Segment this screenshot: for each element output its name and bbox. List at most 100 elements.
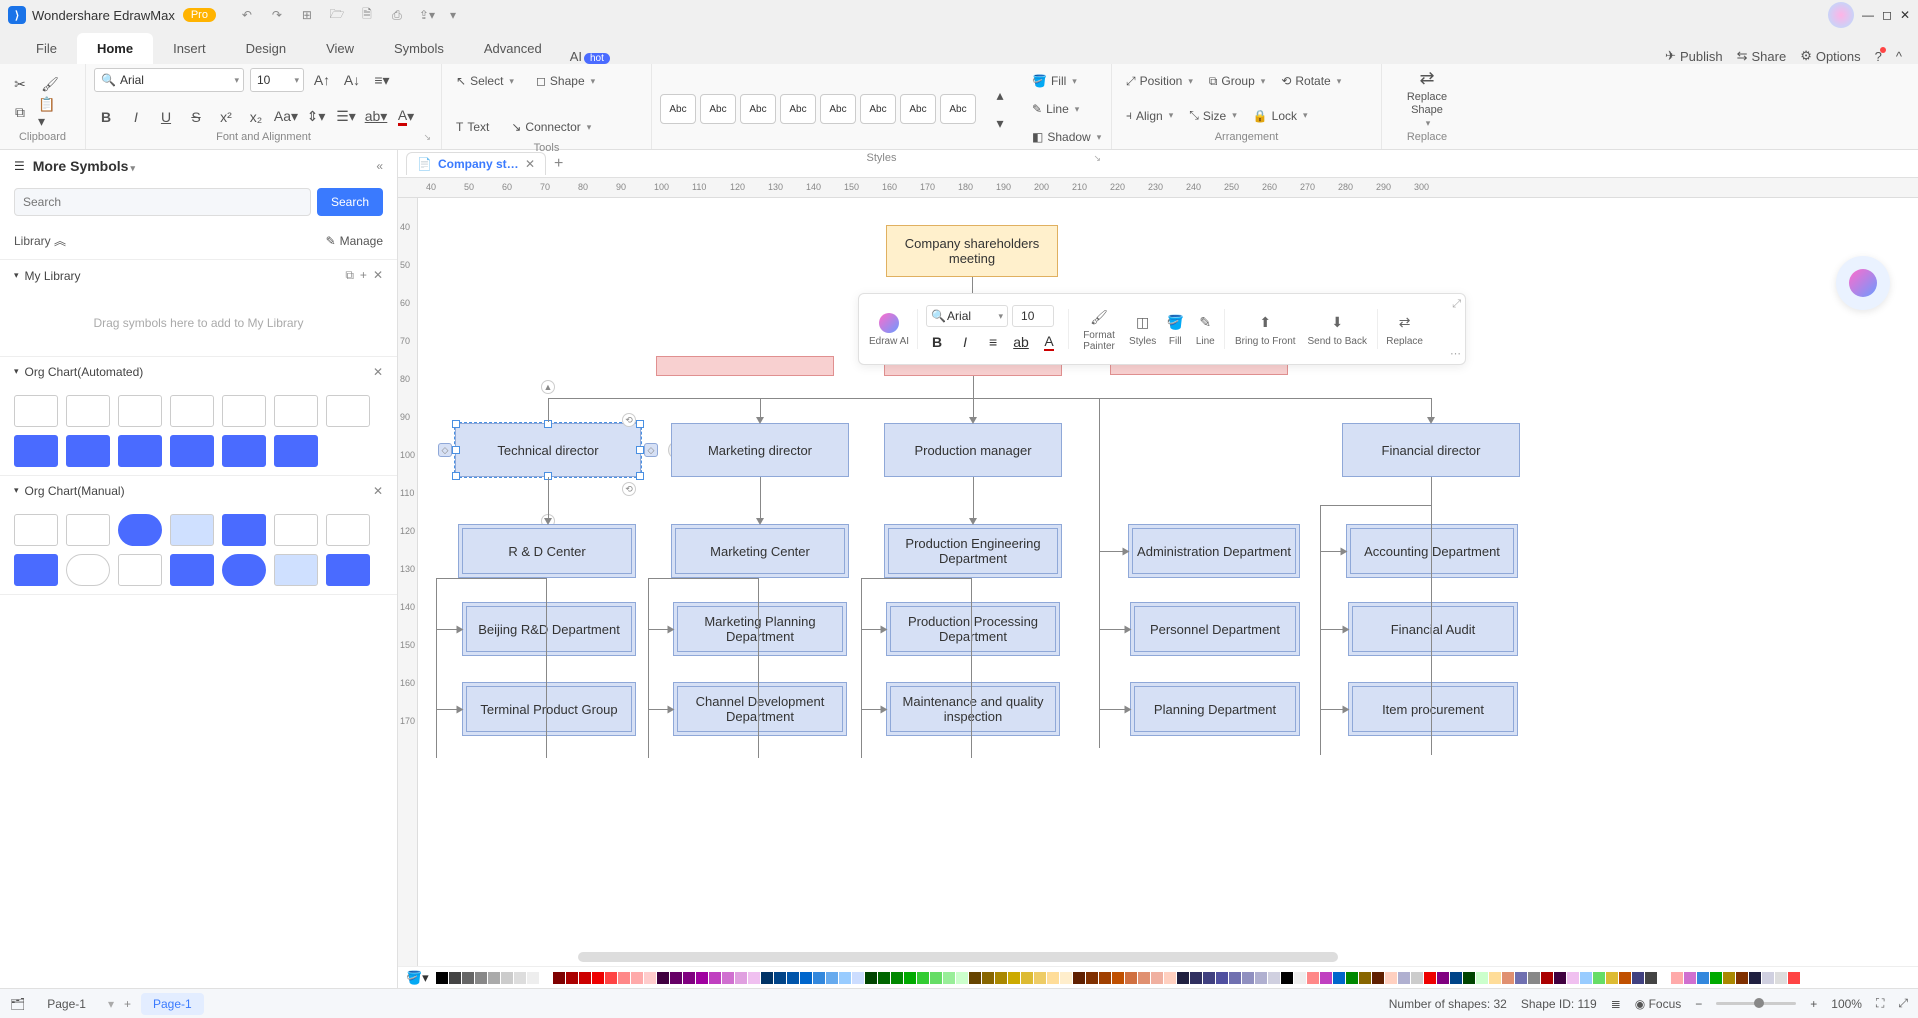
- float-send-back[interactable]: ⬇Send to Back: [1305, 312, 1369, 347]
- line-button[interactable]: ✎Line▾: [1026, 96, 1107, 122]
- color-swatch[interactable]: [813, 972, 825, 984]
- new-tab-button[interactable]: +: [554, 155, 563, 173]
- color-swatch[interactable]: [501, 972, 513, 984]
- shape-thumb[interactable]: [14, 554, 58, 586]
- close-section-icon[interactable]: ✕: [373, 365, 383, 379]
- bullets-button[interactable]: ☰▾: [334, 105, 358, 129]
- align-para-button[interactable]: ≡▾: [370, 68, 394, 92]
- add-node-top[interactable]: ▲: [541, 380, 555, 394]
- color-swatch[interactable]: [1710, 972, 1722, 984]
- print-button[interactable]: ⎙: [386, 4, 408, 26]
- h-scrollbar[interactable]: [578, 952, 1338, 962]
- library-toggle[interactable]: Library ︽: [14, 232, 66, 249]
- float-bold[interactable]: B: [926, 331, 948, 353]
- float-highlight[interactable]: ab: [1010, 331, 1032, 353]
- shape-thumb[interactable]: [274, 554, 318, 586]
- color-swatch[interactable]: [592, 972, 604, 984]
- color-swatch[interactable]: [1164, 972, 1176, 984]
- color-swatch[interactable]: [1476, 972, 1488, 984]
- ai-menu[interactable]: AIhot: [570, 49, 610, 64]
- fit-page-button[interactable]: ⛶: [1876, 996, 1884, 1011]
- color-swatch[interactable]: [1775, 972, 1787, 984]
- color-swatch[interactable]: [657, 972, 669, 984]
- minimize-button[interactable]: —: [1862, 8, 1874, 22]
- tab-symbols[interactable]: Symbols: [374, 33, 464, 64]
- color-swatch[interactable]: [1437, 972, 1449, 984]
- color-swatch[interactable]: [1463, 972, 1475, 984]
- node-planning[interactable]: Planning Department: [1130, 682, 1300, 736]
- color-swatch[interactable]: [1723, 972, 1735, 984]
- font-color-button[interactable]: A▾: [394, 105, 418, 129]
- close-button[interactable]: ✕: [1900, 8, 1910, 22]
- subscript-button[interactable]: x₂: [244, 105, 268, 129]
- gallery-down[interactable]: ▾: [988, 111, 1012, 135]
- color-swatch[interactable]: [1749, 972, 1761, 984]
- color-swatch[interactable]: [1229, 972, 1241, 984]
- align-button[interactable]: ⫞Align▾: [1120, 103, 1179, 129]
- color-swatch[interactable]: [1606, 972, 1618, 984]
- color-swatch[interactable]: [553, 972, 565, 984]
- copy-button[interactable]: ⧉: [8, 101, 32, 125]
- section-my-library[interactable]: ▾My Library ⧉+✕: [0, 260, 397, 291]
- add-icon[interactable]: +: [360, 268, 367, 283]
- color-swatch[interactable]: [1619, 972, 1631, 984]
- color-swatch[interactable]: [1658, 972, 1670, 984]
- float-expand[interactable]: ⤢: [1452, 298, 1461, 311]
- color-swatch[interactable]: [1086, 972, 1098, 984]
- tab-view[interactable]: View: [306, 33, 374, 64]
- edraw-ai-button[interactable]: Edraw AI: [869, 312, 909, 347]
- color-swatch[interactable]: [1138, 972, 1150, 984]
- color-swatch[interactable]: [540, 972, 552, 984]
- color-swatch[interactable]: [683, 972, 695, 984]
- focus-button[interactable]: ◉ Focus: [1635, 997, 1682, 1011]
- symbol-search-input[interactable]: [14, 188, 311, 216]
- node-item-procurement[interactable]: Item procurement: [1348, 682, 1518, 736]
- connect-right[interactable]: ◇: [644, 443, 658, 457]
- page-tab-active[interactable]: Page-1: [141, 993, 204, 1015]
- shape-thumb[interactable]: [118, 554, 162, 586]
- color-swatch[interactable]: [1541, 972, 1553, 984]
- color-swatch[interactable]: [1580, 972, 1592, 984]
- color-swatch[interactable]: [1216, 972, 1228, 984]
- color-swatch[interactable]: [1450, 972, 1462, 984]
- float-align[interactable]: ≡: [982, 331, 1004, 353]
- color-swatch[interactable]: [1645, 972, 1657, 984]
- canvas[interactable]: Edraw AI 🔍Arial▾ 10 B I ≡ ab A: [418, 198, 1918, 966]
- float-line[interactable]: ✎Line: [1194, 312, 1216, 347]
- font-size-combo[interactable]: 10▾: [250, 68, 304, 92]
- color-swatch[interactable]: [449, 972, 461, 984]
- shape-thumb[interactable]: [170, 514, 214, 546]
- color-swatch[interactable]: [917, 972, 929, 984]
- color-swatch[interactable]: [527, 972, 539, 984]
- shape-thumb[interactable]: [118, 435, 162, 467]
- color-swatch[interactable]: [1255, 972, 1267, 984]
- shape-thumb[interactable]: [222, 435, 266, 467]
- color-swatch[interactable]: [1359, 972, 1371, 984]
- decrease-font-button[interactable]: A↓: [340, 68, 364, 92]
- fullscreen-button[interactable]: ⤢: [1898, 996, 1908, 1011]
- group-button[interactable]: ⧉Group▾: [1203, 68, 1271, 94]
- pages-icon[interactable]: 🗂: [10, 997, 25, 1011]
- new-button[interactable]: ⊞: [296, 4, 318, 26]
- float-bring-front[interactable]: ⬆Bring to Front: [1233, 312, 1297, 347]
- paste-button[interactable]: 📋▾: [38, 101, 62, 125]
- float-styles[interactable]: ◫Styles: [1129, 312, 1156, 347]
- position-button[interactable]: ⤢Position▾: [1120, 68, 1199, 94]
- node-terminal-group[interactable]: Terminal Product Group: [462, 682, 636, 736]
- color-swatch[interactable]: [878, 972, 890, 984]
- shape-thumb[interactable]: [118, 514, 162, 546]
- color-swatch[interactable]: [1554, 972, 1566, 984]
- color-swatch[interactable]: [696, 972, 708, 984]
- italic-button[interactable]: I: [124, 105, 148, 129]
- style-gallery[interactable]: Abc Abc Abc Abc Abc Abc Abc Abc: [660, 94, 976, 124]
- share-button[interactable]: ⇆Share: [1737, 48, 1787, 64]
- color-swatch[interactable]: [1502, 972, 1514, 984]
- gallery-up[interactable]: ▴: [988, 83, 1012, 107]
- color-swatch[interactable]: [462, 972, 474, 984]
- select-tool[interactable]: ↖Select▾: [450, 68, 520, 94]
- replace-shape-button[interactable]: ⇄ Replace Shape ▾: [1397, 72, 1457, 126]
- line-spacing-button[interactable]: ⇕▾: [304, 105, 328, 129]
- color-swatch[interactable]: [1307, 972, 1319, 984]
- color-swatch[interactable]: [1177, 972, 1189, 984]
- page-tab[interactable]: Page-1: [35, 993, 98, 1015]
